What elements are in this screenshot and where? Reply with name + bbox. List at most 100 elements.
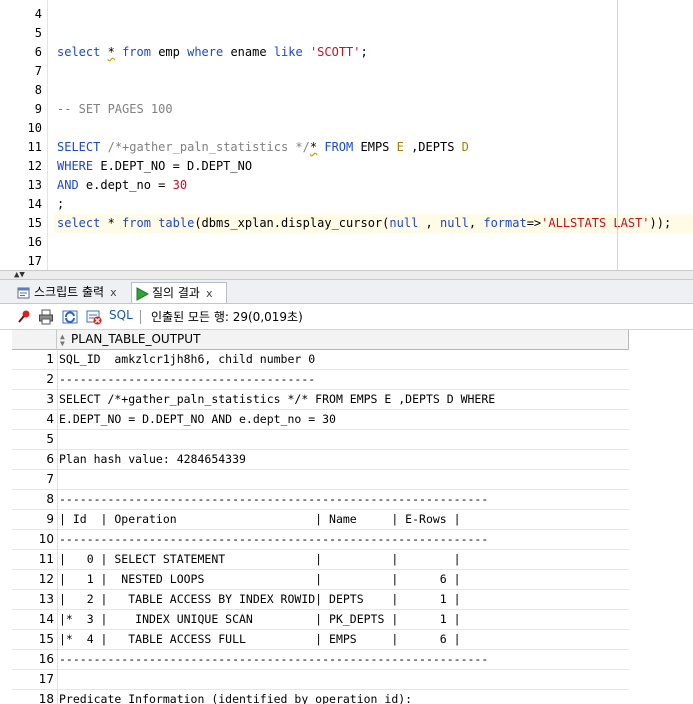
line-number: 9 [34,102,42,116]
line-number: 14 [27,197,42,211]
code-token: , [468,216,484,230]
code-token: * [107,45,115,59]
code-token: from [122,216,151,230]
line-number: 13 [27,178,42,192]
table-cell[interactable]: ----------------------------------------… [59,490,488,509]
line-number: 11 [27,140,42,154]
code-token: WHERE [57,159,94,173]
table-row[interactable]: 8 ---------------------------------------… [12,490,629,510]
pin-icon[interactable] [16,309,32,325]
line-number: 17 [27,254,42,268]
table-cell[interactable]: | 0 | SELECT STATEMENT | | | [59,550,461,569]
table-row[interactable]: 5 [12,430,629,450]
table-row[interactable]: 9 | Id | Operation | Name | E-Rows | [12,510,629,530]
table-cell[interactable]: ----------------------------------------… [59,650,488,669]
splitter-arrows-icon[interactable]: ▲▼ [14,270,25,280]
row-number-separator [57,390,58,410]
row-number: 7 [46,472,54,486]
code-line: WHERE E.DEPT_NO = D.DEPT_NO [57,157,252,176]
code-token: e.dept_no = [78,178,173,192]
row-number-separator [57,350,58,370]
row-number: 4 [46,412,54,426]
table-cell[interactable]: Plan hash value: 4284654339 [59,450,246,469]
table-row[interactable]: 1 SQL_ID amkzlcr1jh8h6, child number 0 [12,350,629,370]
tab-script-output[interactable]: 스크립트 출력 x [14,282,126,303]
code-token: EMPS [353,140,397,154]
code-token: like [273,45,303,59]
line-number: 10 [27,121,42,135]
code-line: AND e.dept_no = 30 [57,176,187,195]
table-cell[interactable]: |* 4 | TABLE ACCESS FULL | EMPS | 6 | [59,630,461,649]
row-number-separator [57,430,58,450]
table-cell[interactable]: ----------------------------------------… [59,530,488,549]
grid-header: ▲ ▼ PLAN_TABLE_OUTPUT [12,330,629,350]
code-token: ; [57,197,65,211]
table-cell[interactable]: ------------------------------------- [59,370,315,389]
table-row[interactable]: 6 Plan hash value: 4284654339 [12,450,629,470]
table-row[interactable]: 12 | 1 | NESTED LOOPS | | 6 | [12,570,629,590]
code-token: AND [57,178,79,192]
row-number-separator [57,470,58,490]
result-grid[interactable]: ▲ ▼ PLAN_TABLE_OUTPUT 1 SQL_ID amkzlcr1jh8… [12,330,693,704]
code-token: null [439,216,469,230]
table-row[interactable]: 7 [12,470,629,490]
sort-icon[interactable]: ▲ ▼ [60,333,65,348]
row-number: 15 [38,632,54,646]
table-cell[interactable]: SELECT /*+gather_paln_statistics */* FRO… [59,390,495,409]
table-cell[interactable]: | 1 | NESTED LOOPS | | 6 | [59,570,461,589]
row-number: 10 [38,532,54,546]
code-token: * [100,216,123,230]
table-cell[interactable]: | Id | Operation | Name | E-Rows | [59,510,461,529]
table-row[interactable]: 10 --------------------------------------… [12,530,629,550]
tab-query-result[interactable]: 질의 결과 x [131,282,227,303]
editor-splitter[interactable]: ▲▼ [0,270,693,280]
tab-query-result-label: 질의 결과 [152,286,200,300]
row-number: 5 [46,432,54,446]
table-cell[interactable]: E.DEPT_NO = D.DEPT_NO AND e.dept_no = 30 [59,410,336,429]
code-token: select [57,45,101,59]
table-row[interactable]: 18 Predicate Information (identified by o… [12,690,629,704]
code-token: ,DEPTS [403,140,462,154]
table-row[interactable]: 2 ------------------------------------- [12,370,629,390]
table-row[interactable]: 14 |* 3 | INDEX UNIQUE SCAN | PK_DEPTS | … [12,610,629,630]
table-row[interactable]: 16 --------------------------------------… [12,650,629,670]
row-number: 1 [46,352,54,366]
code-token: ename [223,45,274,59]
refresh-icon[interactable] [62,309,78,325]
line-number: 4 [34,7,42,21]
column-header-plan-table-output[interactable]: PLAN_TABLE_OUTPUT [71,332,200,346]
table-row[interactable]: 15 |* 4 | TABLE ACCESS FULL | EMPS | 6 | [12,630,629,650]
row-number: 16 [38,652,54,666]
row-number-separator [57,410,58,430]
cancel-fetch-icon[interactable] [86,309,102,325]
print-icon[interactable] [38,309,54,325]
code-token: E.DEPT_NO = D.DEPT_NO [93,159,253,173]
table-row[interactable]: 3 SELECT /*+gather_paln_statistics */* FR… [12,390,629,410]
row-number-separator [57,690,58,704]
tab-script-output-label: 스크립트 출력 [34,285,105,299]
close-icon[interactable]: x [206,287,213,300]
line-number: 15 [27,216,42,230]
code-line: select * from table(dbms_xplan.display_c… [57,214,671,233]
sql-editor[interactable]: 4 5 6 7 8 9 10 11 12 13 14 15 16 17 select * from emp… [0,0,693,270]
table-cell[interactable]: |* 3 | INDEX UNIQUE SCAN | PK_DEPTS | 1 … [59,610,461,629]
row-number-header[interactable] [12,330,57,350]
table-row[interactable]: 17 [12,670,629,690]
code-line: select * from emp where ename like 'SCOT… [57,43,368,62]
code-line: -- SET PAGES 100 [57,100,173,119]
table-cell[interactable]: | 2 | TABLE ACCESS BY INDEX ROWID| DEPTS… [59,590,461,609]
line-number: 5 [34,26,42,40]
table-row[interactable]: 4 E.DEPT_NO = D.DEPT_NO AND e.dept_no = 3… [12,410,629,430]
table-cell[interactable]: SQL_ID amkzlcr1jh8h6, child number 0 [59,350,315,369]
row-number: 13 [38,592,54,606]
table-row[interactable]: 11 | 0 | SELECT STATEMENT | | | [12,550,629,570]
close-icon[interactable]: x [110,286,117,299]
sql-button[interactable]: SQL [109,308,133,322]
table-cell[interactable]: Predicate Information (identified by ope… [59,690,412,704]
code-token: FROM [324,140,354,154]
row-number-separator [57,530,58,550]
table-row[interactable]: 13 | 2 | TABLE ACCESS BY INDEX ROWID| DEP… [12,590,629,610]
